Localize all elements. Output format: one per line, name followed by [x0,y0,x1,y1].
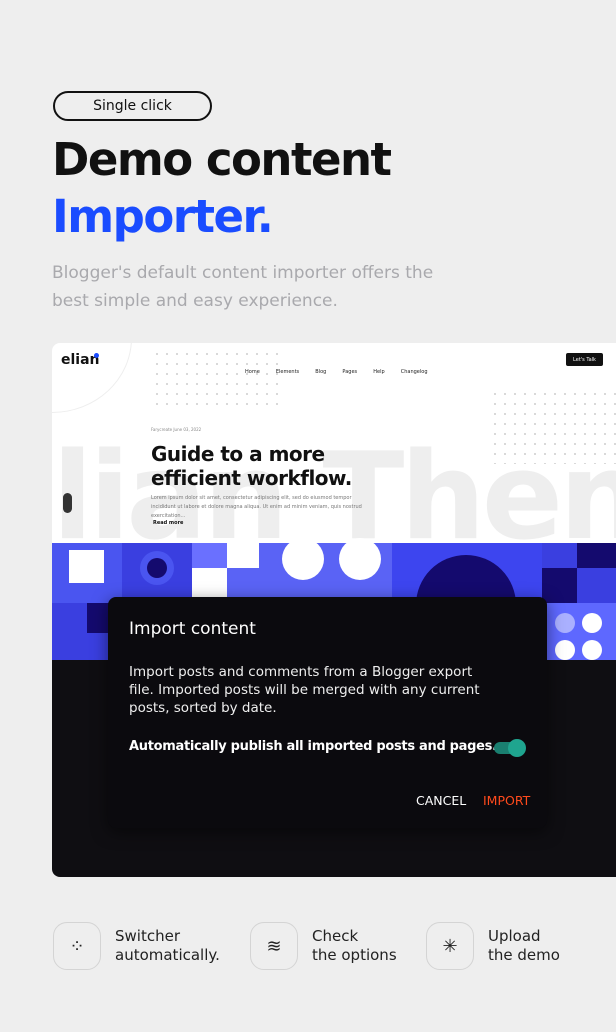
loader-dots-icon: ⁘ [53,922,101,970]
nav-pages[interactable]: Pages [342,369,357,375]
nav-help[interactable]: Help [373,369,384,375]
import-dialog: Import content Import posts and comments… [108,597,547,828]
post-title-line1: Guide to a more [151,442,325,466]
dialog-title: Import content [129,619,256,639]
cancel-button[interactable]: CANCEL [416,793,466,808]
read-more-link[interactable]: Read more [153,520,183,526]
spinner-icon: ✳ [426,922,474,970]
heading-line2: Importer. [52,190,274,243]
dialog-body: Import posts and comments from a Blogger… [129,664,480,716]
post-body: Lorem ipsum dolor sit amet, consectetur … [151,495,362,519]
nav-changelog[interactable]: Changelog [401,369,428,375]
feature-switcher: ⁘ Switcher automatically. [53,922,220,970]
nav-home[interactable]: Home [245,369,260,375]
description: Blogger's default content importer offer… [52,263,434,311]
feature-line1: Upload [488,927,541,945]
side-toggle[interactable] [63,493,72,513]
auto-publish-toggle[interactable] [494,739,526,757]
feature-line2: automatically. [115,946,220,964]
nav-elements[interactable]: Elements [276,369,299,375]
auto-publish-label: Automatically publish all imported posts… [129,739,497,754]
feature-options: ≋ Check the options [250,922,397,970]
feature-line1: Check [312,927,359,945]
feature-line2: the demo [488,946,560,964]
layers-icon: ≋ [250,922,298,970]
feature-upload: ✳ Upload the demo [426,922,560,970]
post-meta: Farycreate June 03, 2022 [151,427,202,432]
feature-line1: Switcher [115,927,180,945]
feature-line2: the options [312,946,397,964]
post-title-line2: efficient workflow. [151,466,352,490]
nav-blog[interactable]: Blog [315,369,326,375]
single-click-badge: Single click [53,91,212,121]
import-button[interactable]: IMPORT [483,793,530,808]
logo-dot [94,353,99,358]
lets-talk-button[interactable]: Let's Talk [566,353,603,366]
heading-line1: Demo content [52,133,392,186]
